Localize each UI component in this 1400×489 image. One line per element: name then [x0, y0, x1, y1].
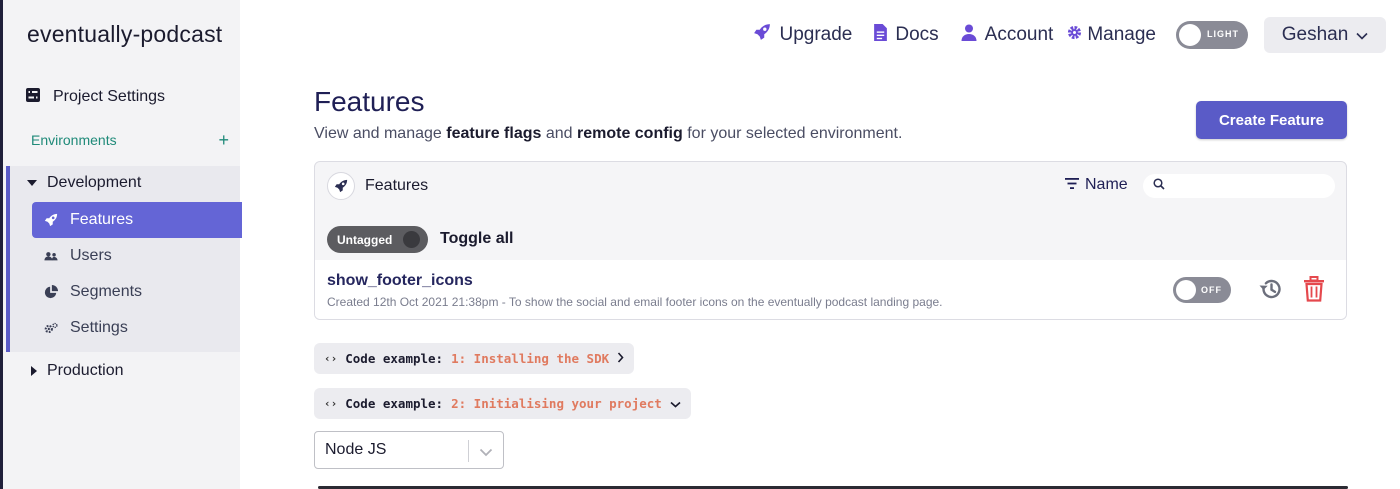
sidebar-item-settings[interactable]: Settings — [32, 310, 242, 346]
user-icon — [961, 24, 977, 47]
sidebar-item-label: Settings — [70, 319, 128, 336]
search-box — [1143, 174, 1335, 198]
account-link[interactable]: Account — [961, 24, 1054, 47]
code-example-step: 1: Installing the SDK — [451, 351, 610, 366]
trash-icon[interactable] — [1303, 276, 1325, 307]
upgrade-link[interactable]: Upgrade — [753, 23, 852, 47]
sidebar-item-segments[interactable]: Segments — [32, 274, 242, 310]
subtitle-prefix: View and manage — [314, 125, 447, 142]
pie-chart-icon — [44, 285, 58, 299]
panel-title: Features — [365, 177, 429, 194]
app-root: eventually-podcast Project Settings Envi… — [0, 0, 1400, 489]
select-divider — [468, 440, 469, 462]
toggle-knob — [1176, 280, 1196, 300]
toggle-knob — [1179, 24, 1201, 46]
subtitle-mid: and — [541, 125, 577, 142]
settings-panel-icon — [25, 87, 41, 108]
code-brackets-icon: ‹› — [324, 397, 338, 410]
gear-icon — [1067, 24, 1082, 46]
environment-development-toggle[interactable]: Development — [27, 174, 141, 192]
top-nav: Upgrade Docs Account Manage LIGHT Geshan — [731, 17, 1386, 53]
theme-toggle[interactable]: LIGHT — [1176, 21, 1248, 49]
document-icon — [874, 23, 888, 47]
environment-production-toggle[interactable]: Production — [31, 362, 124, 380]
caret-down-icon — [27, 180, 37, 186]
toggle-knob — [403, 231, 420, 248]
search-input[interactable] — [1171, 178, 1331, 194]
theme-toggle-label: LIGHT — [1207, 29, 1239, 39]
users-icon — [44, 249, 58, 263]
subtitle-suffix: for your selected environment. — [682, 125, 903, 142]
code-example-prefix: Code example: — [345, 396, 444, 411]
code-example-initialise-button[interactable]: ‹› Code example: 2: Initialising your pr… — [314, 388, 691, 419]
caret-right-icon — [31, 366, 37, 376]
docs-link[interactable]: Docs — [874, 23, 939, 47]
tag-label: Untagged — [337, 233, 393, 247]
project-settings-label: Project Settings — [53, 88, 166, 105]
project-title: eventually-podcast — [27, 21, 223, 47]
sidebar-item-label: Users — [70, 247, 112, 264]
feature-enabled-toggle[interactable]: OFF — [1173, 277, 1231, 303]
chevron-down-icon — [670, 396, 681, 411]
environments-header: Environments + — [31, 131, 229, 149]
user-menu-button[interactable]: Geshan — [1264, 17, 1386, 53]
feature-state-label: OFF — [1201, 285, 1222, 295]
page-title: Features — [314, 86, 425, 117]
sort-by-name-button[interactable]: Name — [1065, 176, 1128, 194]
sidebar-item-label: Segments — [70, 283, 143, 300]
rocket-icon — [327, 172, 355, 200]
manage-label: Manage — [1087, 24, 1156, 45]
upgrade-label: Upgrade — [779, 24, 853, 45]
untagged-filter-toggle[interactable]: Untagged — [327, 226, 428, 253]
code-example-prefix: Code example: — [345, 351, 444, 366]
sidebar-item-features[interactable]: Features — [32, 202, 242, 238]
user-name: Geshan — [1281, 24, 1349, 45]
chevron-down-icon — [1356, 24, 1368, 46]
account-label: Account — [984, 24, 1054, 45]
environment-production-label: Production — [47, 362, 124, 379]
toggle-all-label: Toggle all — [440, 230, 514, 247]
add-environment-button[interactable]: + — [218, 131, 229, 149]
language-select[interactable]: Node JS — [314, 431, 504, 469]
sidebar-item-users[interactable]: Users — [32, 238, 242, 274]
sort-label: Name — [1085, 176, 1128, 193]
subtitle-feature-flags: feature flags — [446, 125, 542, 142]
feature-description: Created 12th Oct 2021 21:38pm - To show … — [327, 295, 943, 309]
environments-label: Environments — [31, 132, 117, 148]
code-example-install-button[interactable]: ‹› Code example: 1: Installing the SDK — [314, 343, 635, 374]
sidebar-item-label: Features — [70, 211, 134, 228]
chevron-right-icon — [617, 351, 624, 366]
create-feature-button[interactable]: Create Feature — [1196, 101, 1347, 139]
chevron-down-icon — [479, 444, 493, 462]
page-subtitle: View and manage feature flags and remote… — [314, 125, 902, 143]
language-select-value: Node JS — [325, 441, 387, 458]
code-example-step: 2: Initialising your project — [451, 396, 662, 411]
feature-row[interactable]: show_footer_icons Created 12th Oct 2021 … — [315, 260, 1346, 319]
search-icon — [1153, 177, 1165, 195]
filter-lines-icon — [1065, 176, 1079, 194]
panel-header: Features — [327, 172, 428, 200]
docs-label: Docs — [895, 24, 939, 45]
feature-name[interactable]: show_footer_icons — [327, 272, 473, 290]
rocket-icon — [44, 213, 58, 227]
rocket-icon — [753, 23, 771, 47]
environment-development-label: Development — [47, 174, 142, 191]
code-brackets-icon: ‹› — [324, 352, 338, 365]
sidebar: eventually-podcast Project Settings Envi… — [0, 0, 242, 489]
subtitle-remote-config: remote config — [576, 125, 683, 142]
features-panel: Features Name Untagged Toggle all show_f… — [314, 161, 1347, 320]
cogs-icon — [44, 321, 58, 335]
project-settings-link[interactable]: Project Settings — [25, 86, 165, 108]
history-icon[interactable] — [1258, 277, 1284, 306]
manage-link[interactable]: Manage — [1067, 24, 1156, 46]
